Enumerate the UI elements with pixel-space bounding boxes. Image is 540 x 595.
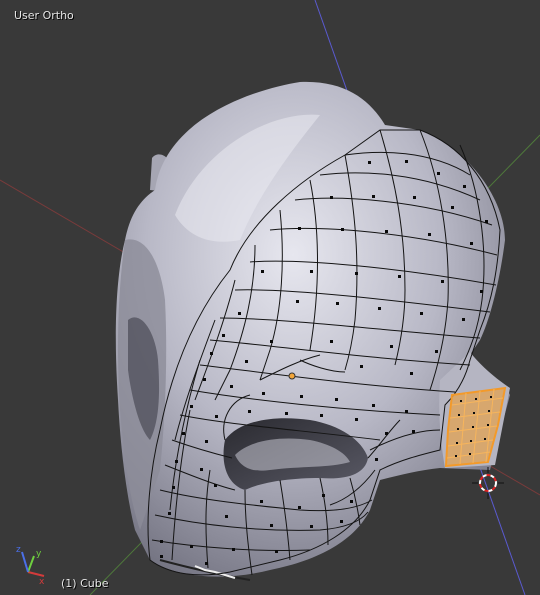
axis-z-label: z	[16, 545, 21, 555]
axis-x-label: x	[39, 577, 45, 587]
axis-y-label: y	[36, 549, 42, 559]
scene-canvas[interactable]: x y z	[0, 0, 540, 595]
active-object-label: (1) Cube	[61, 577, 109, 590]
3d-viewport[interactable]: x y z User Ortho (1) Cube	[0, 0, 540, 595]
object-origin	[288, 372, 296, 380]
view-name-label: User Ortho	[14, 9, 74, 22]
axes-gizmo: x y z	[16, 545, 45, 587]
3d-cursor[interactable]	[472, 467, 504, 499]
